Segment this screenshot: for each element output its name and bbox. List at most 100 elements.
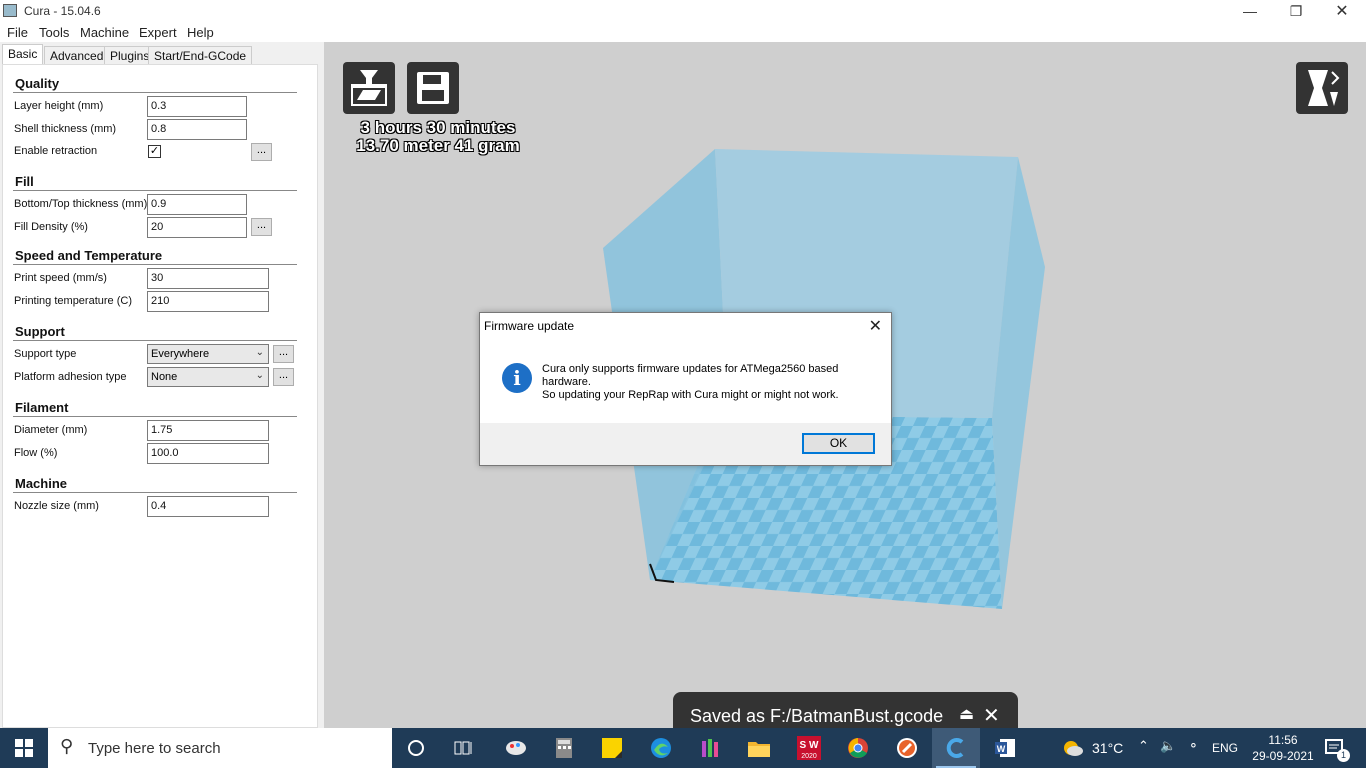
notification-close-button[interactable]: ✕ — [983, 703, 1000, 728]
cura-app-icon — [3, 4, 17, 17]
cortana-icon[interactable] — [402, 734, 430, 762]
tab-basic[interactable]: Basic — [2, 44, 44, 65]
section-machine: Machine — [15, 476, 68, 491]
file-explorer-icon[interactable] — [745, 734, 773, 762]
layer-height-input[interactable]: 0.3 — [147, 96, 247, 117]
platform-adhesion-value: None — [151, 371, 178, 383]
retraction-options-button[interactable]: ... — [251, 143, 272, 161]
weather-icon — [1064, 741, 1083, 756]
view-mode-icon — [1308, 70, 1340, 106]
bottom-top-thickness-input[interactable]: 0.9 — [147, 194, 247, 215]
show-hidden-icons-icon[interactable]: ⌃ — [1138, 738, 1149, 754]
printing-temperature-input[interactable]: 210 — [147, 291, 269, 312]
firmware-update-dialog: Firmware update ✕ i Cura only supports f… — [479, 312, 892, 466]
section-speed-temperature: Speed and Temperature — [15, 248, 163, 263]
taskbar: ⚲ Type here to search S W 2020 W 31°C ⌃ … — [0, 728, 1366, 768]
menu-help[interactable]: Help — [187, 25, 214, 40]
restore-button[interactable]: ❐ — [1273, 0, 1319, 22]
chrome-icon[interactable] — [844, 734, 872, 762]
adhesion-options-button[interactable]: ... — [273, 368, 294, 386]
fill-options-button[interactable]: ... — [251, 218, 272, 236]
task-view-icon[interactable] — [450, 734, 478, 762]
solidworks-label: S W — [800, 740, 819, 751]
menu-tools[interactable]: Tools — [39, 25, 69, 40]
language-indicator[interactable]: ENG — [1212, 741, 1238, 755]
load-model-icon — [351, 70, 387, 106]
edge-icon[interactable] — [647, 734, 675, 762]
diameter-input[interactable]: 1.75 — [147, 420, 269, 441]
chevron-down-icon: ⌄ — [255, 370, 264, 381]
shell-thickness-input[interactable]: 0.8 — [147, 119, 247, 140]
shell-thickness-label: Shell thickness (mm) — [14, 123, 117, 135]
retraction-label: Enable retraction — [14, 145, 98, 157]
section-filament: Filament — [15, 400, 69, 415]
support-type-select[interactable]: Everywhere ⌄ — [147, 344, 269, 364]
divider — [13, 264, 297, 265]
clock-date: 29-09-2021 — [1252, 749, 1314, 763]
menu-expert[interactable]: Expert — [139, 25, 177, 40]
minimize-button[interactable]: — — [1227, 0, 1273, 22]
print-speed-input[interactable]: 30 — [147, 268, 269, 289]
network-icon[interactable]: ⚬ — [1188, 738, 1199, 754]
svg-text:W: W — [997, 744, 1006, 754]
support-type-value: Everywhere — [151, 348, 210, 360]
settings-panel: Basic Advanced Plugins Start/End-GCode Q… — [0, 42, 324, 728]
platform-adhesion-label: Platform adhesion type — [14, 371, 127, 383]
dialog-message: Cura only supports firmware updates for … — [542, 363, 872, 402]
word-icon[interactable]: W — [991, 734, 1019, 762]
calculator-icon[interactable] — [550, 734, 578, 762]
view-mode-button[interactable] — [1296, 62, 1348, 114]
support-type-label: Support type — [14, 348, 77, 360]
save-icon — [417, 72, 449, 104]
app-bars-icon[interactable] — [697, 734, 725, 762]
paint-icon[interactable] — [502, 734, 530, 762]
close-window-button[interactable]: ✕ — [1319, 0, 1365, 22]
retraction-checkbox[interactable]: ✓ — [148, 145, 161, 158]
dialog-message-line-1: Cura only supports firmware updates for … — [542, 363, 839, 388]
tab-start-end-gcode[interactable]: Start/End-GCode — [148, 46, 253, 65]
notification-center-button[interactable]: 1 — [1322, 728, 1352, 768]
divider — [13, 340, 297, 341]
layer-height-label: Layer height (mm) — [14, 100, 104, 112]
fill-density-label: Fill Density (%) — [14, 221, 88, 233]
divider — [13, 416, 297, 417]
fill-density-input[interactable]: 20 — [147, 217, 247, 238]
dialog-message-line-2: So updating your RepRap with Cura might … — [542, 389, 839, 401]
ok-button[interactable]: OK — [802, 433, 875, 454]
load-model-button[interactable] — [343, 62, 395, 114]
support-options-button[interactable]: ... — [273, 345, 294, 363]
divider — [13, 190, 297, 191]
print-time: 3 hours 30 minutes — [360, 118, 516, 137]
divider — [13, 92, 297, 93]
weather-temperature: 31°C — [1092, 740, 1124, 756]
volume-icon[interactable]: 🔈 — [1160, 738, 1176, 754]
dialog-close-button[interactable]: ✕ — [869, 316, 882, 336]
nozzle-size-label: Nozzle size (mm) — [14, 500, 99, 512]
tab-advanced[interactable]: Advanced — [44, 46, 110, 65]
divider — [13, 492, 297, 493]
menu-file[interactable]: File — [7, 25, 28, 40]
start-button[interactable] — [0, 728, 48, 768]
nozzle-size-input[interactable]: 0.4 — [147, 496, 269, 517]
flow-input[interactable]: 100.0 — [147, 443, 269, 464]
basic-settings: Quality Layer height (mm) 0.3 Shell thic… — [2, 64, 318, 728]
section-fill: Fill — [15, 174, 34, 189]
printing-temperature-label: Printing temperature (C) — [14, 295, 132, 307]
save-gcode-button[interactable] — [407, 62, 459, 114]
sticky-notes-icon[interactable] — [598, 734, 626, 762]
cura-taskbar-icon[interactable] — [942, 734, 970, 762]
solidworks-year: 2020 — [801, 753, 817, 760]
eject-icon[interactable]: ⏏ — [959, 704, 974, 724]
clock[interactable]: 11:56 29-09-2021 — [1247, 728, 1319, 768]
solidworks-icon[interactable]: S W 2020 — [795, 734, 823, 762]
platform-adhesion-select[interactable]: None ⌄ — [147, 367, 269, 387]
notification-count-badge: 1 — [1337, 749, 1350, 762]
menu-machine[interactable]: Machine — [80, 25, 129, 40]
settings-tabs: Basic Advanced Plugins Start/End-GCode — [0, 44, 324, 65]
dialog-title: Firmware update — [484, 319, 575, 333]
print-speed-label: Print speed (mm/s) — [14, 272, 107, 284]
save-notification: Saved as F:/BatmanBust.gcode ⏏ ✕ — [673, 692, 1018, 732]
dialog-footer: OK — [480, 423, 891, 465]
taskbar-search[interactable]: ⚲ Type here to search — [48, 728, 392, 768]
recording-app-icon[interactable] — [893, 734, 921, 762]
